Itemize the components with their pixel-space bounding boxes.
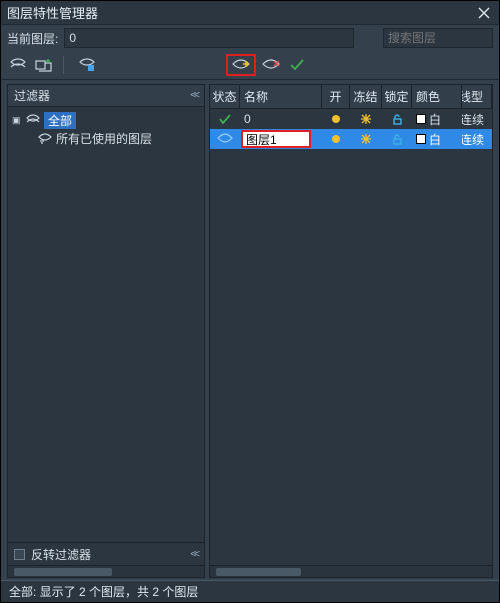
name-cell[interactable] [240, 129, 322, 149]
toolbar [1, 51, 499, 79]
layers-icon [26, 113, 40, 127]
filters-hscroll[interactable] [8, 565, 204, 577]
unlock-icon [391, 133, 403, 145]
tree-root-label: 全部 [44, 112, 76, 129]
lock-cell[interactable] [382, 129, 412, 149]
filters-footer: 反转过滤器 << [8, 542, 204, 577]
layer-properties-window: 图层特性管理器 当前图层: 0 [0, 0, 500, 603]
collapse-icon[interactable]: << [190, 90, 198, 101]
layer-states-button[interactable] [76, 54, 98, 76]
lock-cell[interactable] [382, 109, 412, 129]
filters-tree: ▣ 全部 所有已使用的图层 [8, 107, 204, 542]
tree-row-used[interactable]: 所有已使用的图层 [12, 129, 200, 147]
linetype-cell[interactable]: 连续 [462, 109, 492, 129]
name-cell[interactable]: 0 [240, 109, 322, 129]
new-group-filter-button[interactable] [33, 54, 55, 76]
status-text: 全部: 显示了 2 个图层，共 2 个图层 [9, 583, 198, 600]
header-name[interactable]: 名称 [240, 85, 322, 108]
header-linetype[interactable]: 线型 [462, 85, 492, 108]
set-current-button[interactable] [286, 54, 308, 76]
sun-icon [330, 133, 342, 145]
freeze-cell[interactable] [350, 109, 382, 129]
grid-hscroll[interactable] [210, 565, 492, 577]
titlebar: 图层特性管理器 [1, 1, 499, 25]
header-lock[interactable]: 锁定 [382, 85, 412, 108]
current-layer-bar: 当前图层: 0 [1, 25, 499, 51]
color-name: 白 [429, 111, 441, 128]
invert-filter-label: 反转过滤器 [31, 546, 91, 563]
grid-headers: 状态 名称 开 冻结 锁定 颜色 线型 [210, 85, 492, 109]
layer-row[interactable]: 白 连续 [210, 129, 492, 149]
current-layer-label: 当前图层: [7, 30, 58, 47]
linetype-cell[interactable]: 连续 [462, 129, 492, 149]
on-cell[interactable] [322, 109, 350, 129]
state-cell [210, 129, 240, 149]
layers-grid: 状态 名称 开 冻结 锁定 颜色 线型 0 [209, 84, 493, 578]
current-layer-value: 0 [64, 28, 354, 48]
state-cell [210, 109, 240, 129]
new-layer-button[interactable] [230, 54, 252, 76]
header-state[interactable]: 状态 [210, 85, 240, 108]
delete-layer-button[interactable] [260, 54, 282, 76]
filters-header: 过滤器 << [8, 85, 204, 107]
invert-filter-checkbox[interactable] [14, 549, 25, 560]
status-bar: 全部: 显示了 2 个图层，共 2 个图层 [1, 580, 499, 602]
snowflake-icon [360, 113, 372, 125]
used-layers-icon [38, 131, 52, 145]
invert-filter-row[interactable]: 反转过滤器 << [8, 543, 204, 565]
filters-header-label: 过滤器 [14, 87, 190, 104]
layer-row-icon [217, 133, 233, 145]
tree-child-label: 所有已使用的图层 [56, 130, 152, 147]
search-layer-field[interactable] [383, 28, 493, 48]
layer-name-input[interactable] [241, 130, 311, 148]
new-property-filter-button[interactable] [7, 54, 29, 76]
header-freeze[interactable]: 冻结 [350, 85, 382, 108]
toolbar-divider [63, 56, 64, 74]
window-title: 图层特性管理器 [7, 3, 475, 22]
color-cell[interactable]: 白 [412, 129, 462, 149]
header-on[interactable]: 开 [322, 85, 350, 108]
close-icon [478, 7, 490, 19]
color-name: 白 [429, 131, 441, 148]
color-cell[interactable]: 白 [412, 109, 462, 129]
tree-row-all[interactable]: ▣ 全部 [12, 111, 200, 129]
search-input[interactable] [384, 31, 500, 45]
collapse-footer-icon[interactable]: << [190, 549, 198, 560]
color-swatch [416, 114, 426, 124]
on-cell[interactable] [322, 129, 350, 149]
sun-icon [330, 113, 342, 125]
tree-toggle-icon[interactable]: ▣ [12, 115, 22, 126]
grid-body: 0 白 连续 [210, 109, 492, 565]
freeze-cell[interactable] [350, 129, 382, 149]
snowflake-icon [360, 133, 372, 145]
filters-panel: 过滤器 << ▣ 全部 所有已使用的图层 [7, 84, 205, 578]
body: 过滤器 << ▣ 全部 所有已使用的图层 [1, 79, 499, 580]
unlock-icon [391, 113, 403, 125]
layer-row[interactable]: 0 白 连续 [210, 109, 492, 129]
color-swatch [416, 134, 426, 144]
new-layer-highlight [226, 54, 256, 76]
close-button[interactable] [475, 4, 493, 22]
header-color[interactable]: 颜色 [412, 85, 462, 108]
check-icon [218, 113, 232, 125]
